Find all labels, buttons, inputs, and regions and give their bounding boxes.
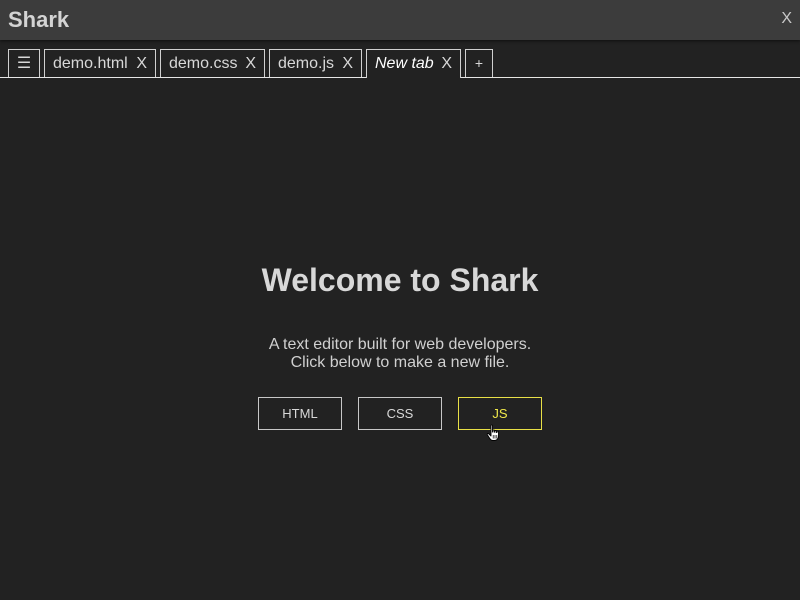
tab-bar: ☰ demo.html X demo.css X demo.js X New t… xyxy=(0,48,800,78)
new-html-file-button[interactable]: HTML xyxy=(258,397,342,430)
tab-close-button[interactable]: X xyxy=(342,50,353,77)
add-tab-button[interactable]: + xyxy=(465,49,493,77)
tab-demo-html[interactable]: demo.html X xyxy=(44,49,156,77)
menu-button[interactable]: ☰ xyxy=(8,49,40,77)
tab-label: demo.js xyxy=(278,55,335,72)
tab-new-tab[interactable]: New tab X xyxy=(366,49,461,78)
tab-close-button[interactable]: X xyxy=(136,50,147,77)
title-bar: Shark X xyxy=(0,0,800,40)
new-css-file-button[interactable]: CSS xyxy=(358,397,442,430)
hamburger-menu-icon: ☰ xyxy=(16,55,32,72)
tab-demo-js[interactable]: demo.js X xyxy=(269,49,362,77)
tab-close-button[interactable]: X xyxy=(441,50,452,77)
description-line-1: A text editor built for web developers. xyxy=(268,336,532,353)
plus-icon: + xyxy=(474,55,484,71)
app-title: Shark xyxy=(8,7,70,32)
tab-label: demo.html xyxy=(53,55,128,72)
hand-pointer-icon xyxy=(486,424,499,441)
tab-close-button[interactable]: X xyxy=(245,50,256,77)
close-window-button[interactable]: X xyxy=(781,10,792,28)
tab-label: New tab xyxy=(375,55,434,72)
tab-demo-css[interactable]: demo.css X xyxy=(160,49,265,77)
description-line-2: Click below to make a new file. xyxy=(290,354,510,371)
welcome-title: Welcome to Shark xyxy=(261,262,539,298)
tab-label: demo.css xyxy=(169,55,238,72)
welcome-description: A text editor built for web developers. … xyxy=(0,336,800,372)
